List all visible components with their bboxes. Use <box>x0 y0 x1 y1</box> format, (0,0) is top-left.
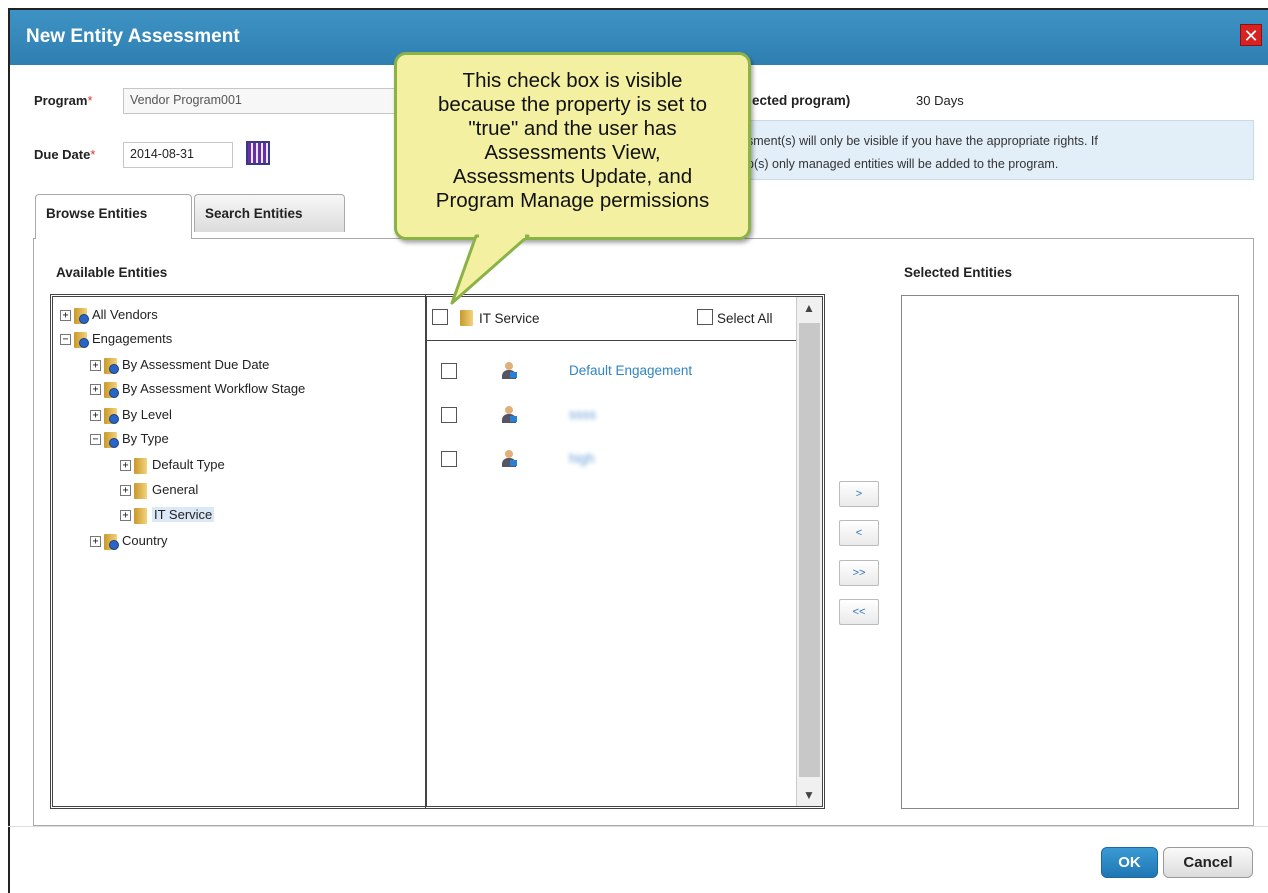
entity-link[interactable]: Default Engagement <box>569 363 692 378</box>
tree-node-by-assessment-due-date[interactable]: + By Assessment Due Date <box>90 357 269 377</box>
expand-icon[interactable]: + <box>90 536 101 548</box>
callout-text: This check box is visible because the pr… <box>435 69 710 212</box>
engagement-icon <box>501 450 517 468</box>
tree-node-default-type[interactable]: + Default Type <box>120 457 225 477</box>
tree-node-engagements[interactable]: − Engagements <box>60 331 172 351</box>
folder-icon <box>134 482 147 499</box>
row-checkbox[interactable] <box>441 407 457 423</box>
due-date-label: Due Date* <box>34 147 96 162</box>
due-date-field[interactable]: 2014-08-31 <box>123 142 233 168</box>
info-line-2: p(s) only managed entities will be added… <box>747 157 1059 171</box>
tree-node-general[interactable]: + General <box>120 482 198 502</box>
calendar-icon[interactable] <box>246 141 270 165</box>
close-button[interactable]: ✕ <box>1240 24 1262 46</box>
required-marker: * <box>87 93 93 108</box>
list-scrollbar[interactable]: ▲ ▼ <box>796 297 822 806</box>
row-checkbox[interactable] <box>441 451 457 467</box>
dialog-title: New Entity Assessment <box>26 26 240 47</box>
tree-node-by-assessment-workflow-stage[interactable]: + By Assessment Workflow Stage <box>90 381 305 401</box>
selected-entities-heading: Selected Entities <box>904 265 1013 280</box>
entity-tree: + All Vendors − Engagements + By Assessment… <box>50 294 429 809</box>
required-marker: * <box>90 147 96 162</box>
tab-browse-entities[interactable]: Browse Entities <box>35 194 192 239</box>
search-folder-icon <box>104 431 119 448</box>
scroll-down-icon[interactable]: ▼ <box>797 784 821 806</box>
help-callout: This check box is visible because the pr… <box>394 52 751 240</box>
selected-program-label: ected program) <box>752 93 851 108</box>
folder-icon <box>460 310 473 326</box>
remove-all-button[interactable]: << <box>839 599 879 625</box>
collapse-icon[interactable]: − <box>60 334 71 346</box>
engagement-icon <box>501 406 517 424</box>
footer-divider <box>8 826 1268 827</box>
select-all-label: Select All <box>717 311 773 326</box>
info-message: sment(s) will only be visible if you hav… <box>722 120 1254 180</box>
search-folder-icon <box>104 381 119 398</box>
entity-link[interactable]: ssss <box>569 407 596 422</box>
info-line-1: sment(s) will only be visible if you hav… <box>747 134 1098 148</box>
tree-node-by-type[interactable]: − By Type <box>90 431 169 451</box>
expand-icon[interactable]: + <box>120 460 131 472</box>
tab-search-entities[interactable]: Search Entities <box>194 194 345 232</box>
expand-icon[interactable]: + <box>90 360 101 372</box>
expand-icon[interactable]: + <box>90 410 101 422</box>
entity-link[interactable]: high <box>569 451 595 466</box>
expand-icon[interactable]: + <box>90 384 101 396</box>
select-all-checkbox[interactable] <box>697 309 713 325</box>
folder-icon <box>134 457 147 474</box>
tree-node-all-vendors[interactable]: + All Vendors <box>60 307 158 327</box>
program-field[interactable]: Vendor Program001 <box>123 88 403 114</box>
remove-button[interactable]: < <box>839 520 879 546</box>
expand-icon[interactable]: + <box>120 510 131 522</box>
expand-icon[interactable]: + <box>120 485 131 497</box>
available-entities-heading: Available Entities <box>56 265 168 280</box>
add-button[interactable]: > <box>839 481 879 507</box>
list-item[interactable]: ssss <box>441 405 781 427</box>
selected-program-duration: 30 Days <box>916 93 964 108</box>
list-folder-label: IT Service <box>479 311 540 326</box>
search-folder-icon <box>104 357 119 374</box>
search-folder-icon <box>104 533 119 550</box>
entity-list-header: IT Service Select All <box>427 297 797 341</box>
folder-icon <box>134 507 147 524</box>
tree-node-by-level[interactable]: + By Level <box>90 407 172 427</box>
list-item[interactable]: high <box>441 449 781 471</box>
program-label: Program* <box>34 93 93 108</box>
scroll-thumb[interactable] <box>799 323 820 777</box>
tree-node-it-service[interactable]: + IT Service <box>120 507 215 527</box>
list-item[interactable]: Default Engagement <box>441 361 781 383</box>
cancel-button[interactable]: Cancel <box>1163 847 1253 878</box>
collapse-icon[interactable]: − <box>90 434 101 446</box>
row-checkbox[interactable] <box>441 363 457 379</box>
engagement-icon <box>501 362 517 380</box>
tree-node-country[interactable]: + Country <box>90 533 168 553</box>
search-folder-icon <box>104 407 119 424</box>
scroll-up-icon[interactable]: ▲ <box>797 297 821 319</box>
selected-entities-list[interactable] <box>901 295 1239 809</box>
folder-checkbox[interactable] <box>432 309 448 325</box>
add-all-button[interactable]: >> <box>839 560 879 586</box>
entity-list: IT Service Select All Default Engagement… <box>425 294 825 809</box>
search-folder-icon <box>74 331 89 348</box>
search-folder-icon <box>74 307 89 324</box>
ok-button[interactable]: OK <box>1101 847 1158 878</box>
expand-icon[interactable]: + <box>60 310 71 322</box>
